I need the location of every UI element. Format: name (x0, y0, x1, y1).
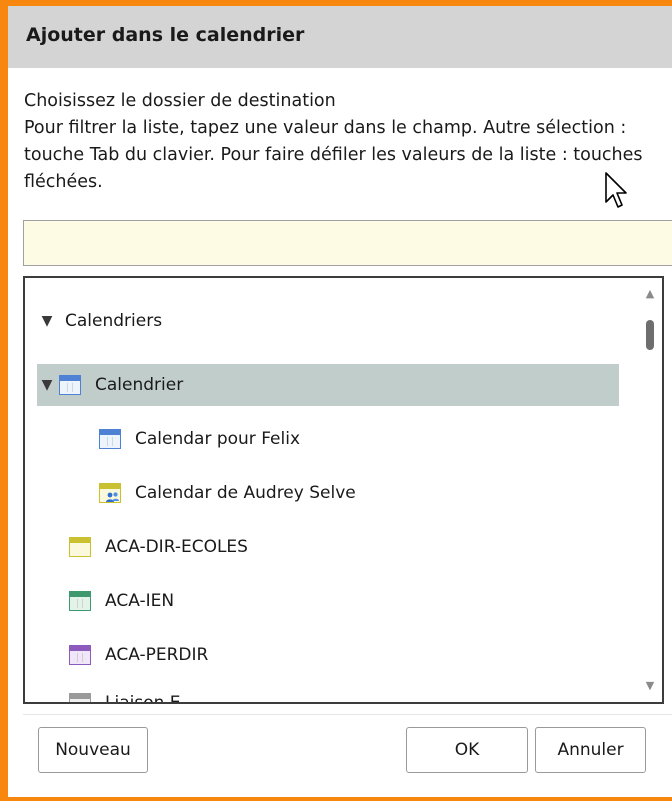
scroll-up-icon[interactable]: ▲ (644, 288, 656, 300)
folder-tree[interactable]: ▼ Calendriers ▼ Calendrier Calendar pour… (23, 276, 664, 704)
tree-item-partial[interactable]: Liaison E... (69, 682, 197, 704)
calendar-icon (69, 591, 91, 611)
tree-item-aca-dir-ecoles[interactable]: ACA-DIR-ECOLES (69, 526, 248, 568)
filter-field[interactable] (23, 220, 672, 266)
footer-divider (23, 714, 672, 715)
instruction-line-2: Pour filtrer la liste, tapez une valeur … (24, 118, 643, 192)
tree-item-label: ACA-PERDIR (105, 645, 209, 665)
dialog-title: Ajouter dans le calendrier (26, 24, 305, 46)
shared-calendar-icon (99, 483, 121, 503)
tree-item-label: Calendar de Audrey Selve (135, 483, 356, 503)
scroll-thumb[interactable] (646, 320, 654, 350)
mouse-cursor-icon (605, 172, 627, 208)
tree-item-label: ACA-DIR-ECOLES (105, 537, 248, 557)
calendar-icon (99, 429, 121, 449)
new-button[interactable]: Nouveau (38, 727, 148, 773)
caret-down-icon[interactable]: ▼ (37, 377, 57, 393)
scroll-down-icon[interactable]: ▼ (644, 680, 656, 692)
calendar-icon (69, 537, 91, 557)
calendar-icon (59, 375, 81, 395)
tree-item-label: Calendrier (95, 375, 184, 395)
instructions: Choisissez le dossier de destination Pou… (24, 88, 664, 196)
calendar-icon (69, 645, 91, 665)
tree-item-calendar-pour-felix[interactable]: Calendar pour Felix (99, 418, 300, 460)
tree-item-calendar-audrey-selve[interactable]: Calendar de Audrey Selve (99, 472, 356, 514)
cancel-button[interactable]: Annuler (535, 727, 646, 773)
instruction-line-1: Choisissez le dossier de destination (24, 91, 336, 111)
ok-button[interactable]: OK (406, 727, 528, 773)
tree-item-calendrier[interactable]: ▼ Calendrier (37, 364, 619, 406)
tree-root-label: Calendriers (65, 311, 163, 331)
tree-item-label: ACA-IEN (105, 591, 175, 611)
people-icon (106, 492, 119, 502)
tree-item-aca-perdir[interactable]: ACA-PERDIR (69, 634, 208, 676)
calendar-icon (69, 693, 91, 702)
tree-scrollbar[interactable]: ▲ ▼ (644, 286, 656, 696)
filter-input[interactable] (24, 221, 672, 265)
tree-item-label: Calendar pour Felix (135, 429, 301, 449)
tree-item-label: Liaison E... (105, 693, 197, 704)
tree-item-aca-ien[interactable]: ACA-IEN (69, 580, 174, 622)
tree-root-calendriers[interactable]: ▼ Calendriers (37, 300, 607, 342)
caret-down-icon[interactable]: ▼ (37, 313, 57, 329)
dialog-titlebar[interactable]: Ajouter dans le calendrier (8, 6, 672, 68)
